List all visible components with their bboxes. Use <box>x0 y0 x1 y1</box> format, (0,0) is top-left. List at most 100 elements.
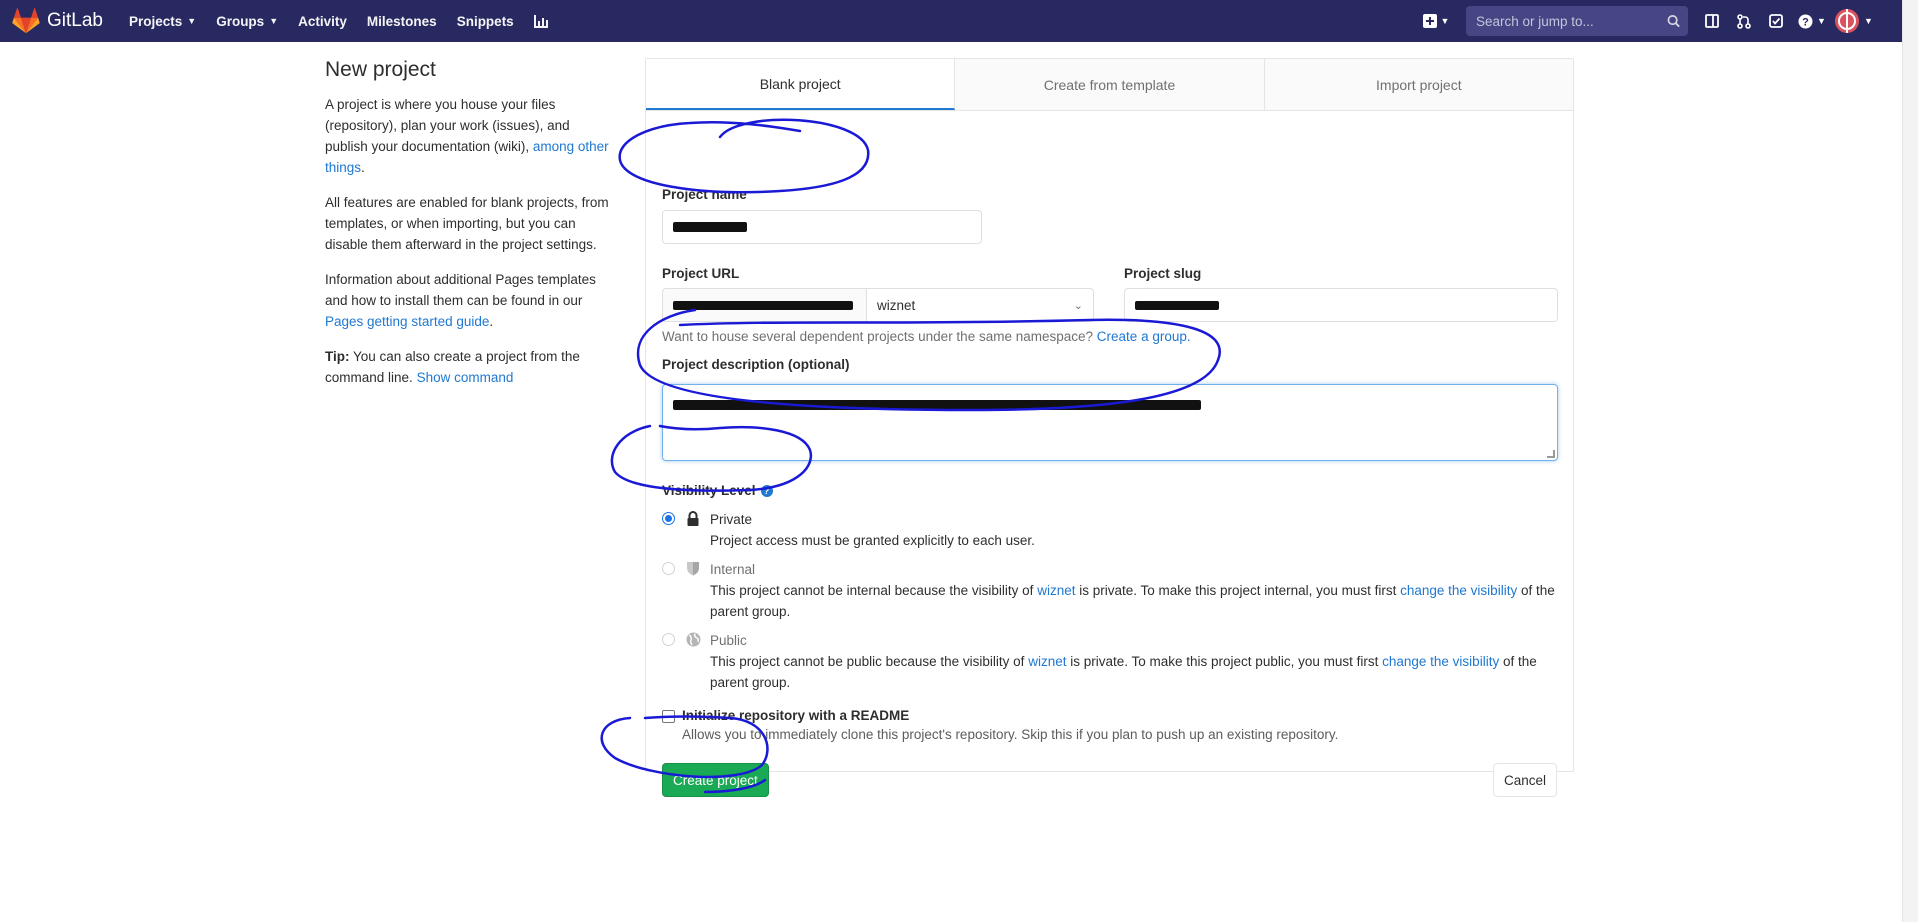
show-command-link[interactable]: Show command <box>417 370 514 385</box>
readme-checkbox[interactable] <box>662 710 675 723</box>
intro-paragraph: A project is where you house your files … <box>325 94 615 178</box>
chevron-down-icon: ⌄ <box>1073 299 1083 312</box>
search-input[interactable] <box>1474 12 1667 30</box>
internal-desc-part2: is private. To make this project interna… <box>1079 583 1397 598</box>
project-type-tabs: Blank project Create from template Impor… <box>646 59 1573 111</box>
tip-label: Tip: <box>325 349 350 364</box>
top-navbar: GitLab Projects ▼ Groups ▼ Activity Milest… <box>0 0 1902 42</box>
nav-milestones-label: Milestones <box>366 13 437 29</box>
todo-icon[interactable] <box>1760 6 1792 36</box>
readme-text: Initialize repository with a README Allo… <box>682 708 1338 742</box>
public-text: Public This project cannot be public bec… <box>710 631 1558 693</box>
readme-option[interactable]: Initialize repository with a README Allo… <box>662 708 1338 742</box>
project-slug-label: Project slug <box>1124 266 1202 281</box>
visibility-private-option[interactable]: Private Project access must be granted e… <box>662 510 1035 551</box>
pages-guide-link[interactable]: Pages getting started guide <box>325 314 489 329</box>
nav-activity-label: Activity <box>298 13 347 29</box>
page-title: New project <box>325 58 436 81</box>
globe-icon <box>685 631 701 647</box>
merge-request-icon[interactable] <box>1728 6 1760 36</box>
chevron-down-icon: ▼ <box>187 16 197 26</box>
internal-group-link[interactable]: wiznet <box>1037 583 1075 598</box>
nav-activity[interactable]: Activity <box>298 14 347 29</box>
svg-text:?: ? <box>1802 16 1809 28</box>
redacted-text <box>673 222 747 232</box>
tab-blank-project[interactable]: Blank project <box>646 59 956 110</box>
cancel-button[interactable]: Cancel <box>1492 763 1557 797</box>
tab-create-from-template[interactable]: Create from template <box>955 59 1265 110</box>
main-nav: Projects ▼ Groups ▼ Activity Milestones Sn… <box>129 14 569 29</box>
namespace-select[interactable]: wiznet ⌄ <box>866 288 1094 322</box>
public-radio <box>662 633 675 646</box>
private-description: Project access must be granted explicitl… <box>710 533 1035 548</box>
project-slug-input[interactable] <box>1124 288 1558 322</box>
namespace-hint: Want to house several dependent projects… <box>662 329 1191 344</box>
create-project-button[interactable]: Create project <box>662 763 769 797</box>
public-change-visibility-link[interactable]: change the visibility <box>1382 654 1499 669</box>
public-desc-part1: This project cannot be public because th… <box>710 654 1025 669</box>
new-item-dropdown[interactable]: ▼ <box>1416 6 1456 36</box>
internal-desc-part1: This project cannot be internal because … <box>710 583 1034 598</box>
nav-snippets-label: Snippets <box>456 13 514 29</box>
nav-snippets[interactable]: Snippets <box>457 14 514 29</box>
create-group-link[interactable]: Create a group. <box>1097 329 1191 344</box>
nav-groups-label: Groups <box>216 13 265 29</box>
visibility-level-heading: Visibility Level ? <box>662 483 773 498</box>
user-menu[interactable]: ▼ <box>1832 6 1876 36</box>
public-description: This project cannot be public because th… <box>710 651 1558 693</box>
visibility-label: Visibility Level <box>662 483 756 498</box>
project-description-textarea[interactable] <box>662 384 1558 461</box>
visibility-public-option: Public This project cannot be public bec… <box>662 631 1558 693</box>
private-radio[interactable] <box>662 512 675 525</box>
internal-change-visibility-link[interactable]: change the visibility <box>1400 583 1517 598</box>
lock-icon <box>685 510 701 526</box>
internal-description: This project cannot be internal because … <box>710 580 1558 622</box>
project-url-label: Project URL <box>662 266 740 281</box>
description-label: Project description (optional) <box>662 357 850 372</box>
pages-end: . <box>489 314 494 329</box>
analytics-icon[interactable] <box>533 14 549 28</box>
pages-paragraph: Information about additional Pages templ… <box>325 269 615 332</box>
internal-text: Internal This project cannot be internal… <box>710 560 1558 622</box>
project-name-input[interactable] <box>662 210 982 244</box>
public-group-link[interactable]: wiznet <box>1028 654 1066 669</box>
internal-radio <box>662 562 675 575</box>
gitlab-logo-icon <box>12 8 40 34</box>
search-icon <box>1667 15 1680 28</box>
help-dropdown[interactable]: ? ▼ <box>1792 6 1832 36</box>
chevron-down-icon: ▼ <box>1817 16 1826 26</box>
help-icon[interactable]: ? <box>760 484 773 497</box>
shield-icon <box>685 560 701 576</box>
chevron-down-icon: ▼ <box>1440 16 1450 26</box>
namespace-value: wiznet <box>877 297 916 313</box>
readme-label: Initialize repository with a README <box>682 708 910 723</box>
project-url-group: wiznet ⌄ <box>662 288 1094 322</box>
chevron-down-icon: ▼ <box>1864 16 1873 26</box>
nav-projects-label: Projects <box>128 13 183 29</box>
project-info-sidebar: New project A project is where you house… <box>325 58 615 402</box>
page-scrollbar[interactable] <box>1902 0 1918 922</box>
sidebar-toggle-icon[interactable] <box>1696 6 1728 36</box>
avatar <box>1835 9 1860 33</box>
nav-projects[interactable]: Projects ▼ <box>129 14 196 29</box>
tip-paragraph: Tip: You can also create a project from … <box>325 346 615 388</box>
private-text: Private Project access must be granted e… <box>710 510 1035 551</box>
public-title: Public <box>710 633 747 648</box>
nav-groups[interactable]: Groups ▼ <box>216 14 278 29</box>
redacted-text <box>673 400 1201 410</box>
help-icon: ? <box>1798 14 1813 28</box>
intro-end: . <box>361 160 365 175</box>
plus-square-icon <box>1422 14 1437 28</box>
search-box[interactable] <box>1466 6 1688 36</box>
gitlab-home-link[interactable]: GitLab <box>12 8 103 34</box>
namespace-hint-text: Want to house several dependent projects… <box>662 329 1094 344</box>
pages-text: Information about additional Pages templ… <box>325 272 596 308</box>
nav-milestones[interactable]: Milestones <box>367 14 437 29</box>
redacted-text <box>673 300 853 310</box>
public-desc-part2: is private. To make this project public,… <box>1070 654 1379 669</box>
readme-description: Allows you to immediately clone this pro… <box>682 727 1339 742</box>
private-title: Private <box>710 512 753 527</box>
tab-import-project[interactable]: Import project <box>1264 59 1573 110</box>
resize-handle-icon[interactable] <box>1547 450 1555 458</box>
brand-name: GitLab <box>47 10 103 31</box>
